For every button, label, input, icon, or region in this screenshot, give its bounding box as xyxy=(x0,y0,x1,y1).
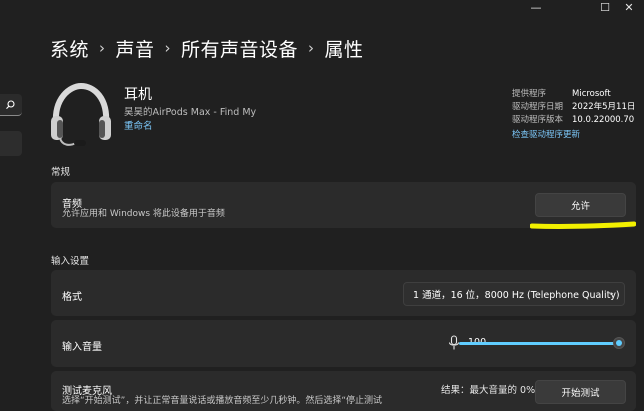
breadcrumb: 系统 › 声音 › 所有声音设备 › 属性 xyxy=(50,33,364,63)
sidebar-item-selected[interactable] xyxy=(0,131,22,156)
breadcrumb-separator: › xyxy=(308,39,315,57)
breadcrumb-item-system[interactable]: 系统 xyxy=(50,35,89,62)
provider-label: 提供程序 xyxy=(512,89,547,99)
input-volume-slider-track[interactable] xyxy=(459,342,619,345)
rename-link[interactable]: 重命名 xyxy=(124,118,153,132)
search-icon xyxy=(6,100,15,109)
format-title: 格式 xyxy=(62,292,82,303)
page-title: 属性 xyxy=(324,38,364,61)
format-dropdown[interactable]: 1 通道，16 位，8000 Hz (Telephone Quality) ⌄ xyxy=(403,282,625,306)
driver-date-value: 2022年5月11日 xyxy=(572,102,636,112)
provider-value: Microsoft xyxy=(572,89,611,99)
device-name: 耳机 xyxy=(124,87,152,103)
minimize-button[interactable]: — xyxy=(519,0,553,14)
check-driver-update-link[interactable]: 检查驱动程序更新 xyxy=(512,128,580,140)
test-result: 结果：最大音量的 0% xyxy=(441,385,536,396)
sidebar-search-box[interactable] xyxy=(0,94,22,116)
audio-description: 允许应用和 Windows 将此设备用于音频 xyxy=(62,209,225,219)
close-button[interactable]: ✕ xyxy=(612,0,644,14)
breadcrumb-item-all-devices[interactable]: 所有声音设备 xyxy=(181,35,298,62)
section-heading-general: 常规 xyxy=(51,167,71,178)
driver-version-value: 10.0.22000.70 xyxy=(572,115,635,125)
breadcrumb-separator: › xyxy=(99,39,106,57)
driver-info-values: Microsoft 2022年5月11日 10.0.22000.70 xyxy=(572,88,635,127)
allow-button[interactable]: 允许 xyxy=(535,193,626,217)
device-subtitle: 昊昊的AirPods Max - Find My xyxy=(124,107,257,118)
highlight-annotation xyxy=(530,221,636,229)
breadcrumb-item-sound[interactable]: 声音 xyxy=(116,35,155,62)
section-heading-input-settings: 输入设置 xyxy=(51,256,90,267)
driver-version-label: 驱动程序版本 xyxy=(512,115,564,125)
driver-info-labels: 提供程序 驱动程序日期 驱动程序版本 xyxy=(512,88,563,127)
input-volume-slider-thumb[interactable] xyxy=(613,337,625,349)
headphones-icon xyxy=(51,82,111,146)
breadcrumb-separator: › xyxy=(164,39,172,57)
format-selected-value: 1 通道，16 位，8000 Hz (Telephone Quality) xyxy=(413,290,620,301)
driver-date-label: 驱动程序日期 xyxy=(512,102,564,112)
input-volume-title: 输入音量 xyxy=(62,342,102,353)
chevron-down-icon: ⌄ xyxy=(607,288,615,298)
start-test-button[interactable]: 开始测试 xyxy=(535,380,626,404)
